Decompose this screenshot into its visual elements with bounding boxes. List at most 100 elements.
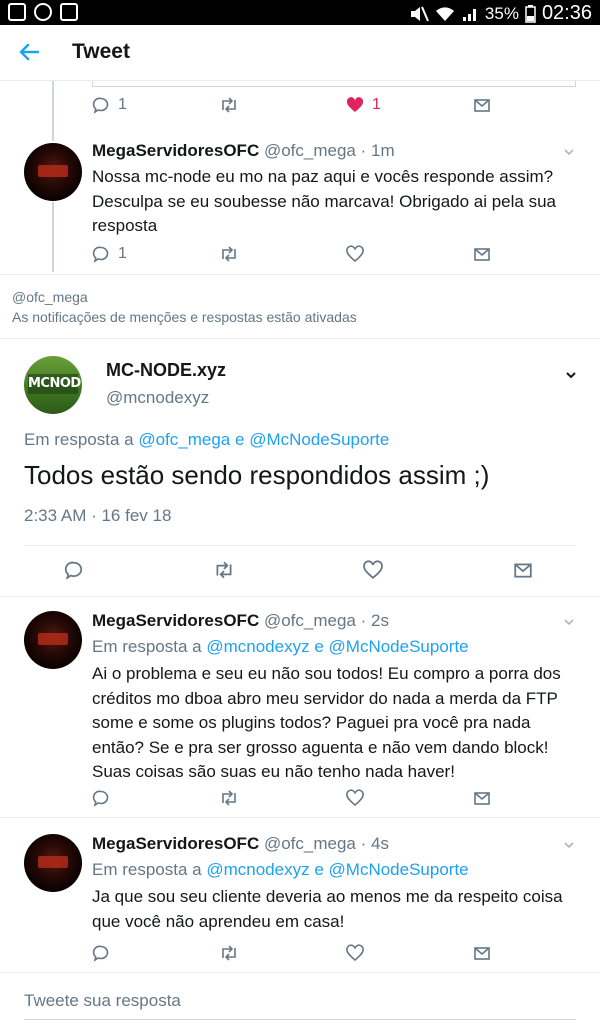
reply-tweet[interactable]: MegaServidoresOFC @ofc_mega · 2s Em resp…: [0, 597, 600, 817]
clock: 02:36: [541, 2, 592, 24]
reply-icon: [64, 561, 83, 580]
reply-button[interactable]: [92, 789, 110, 807]
retweet-icon: [222, 246, 236, 262]
sim-icon: [8, 3, 26, 21]
notification-notice: @ofc_mega As notificações de menções e r…: [12, 287, 357, 327]
reply-button[interactable]: [64, 560, 84, 580]
reply-composer[interactable]: Tweete sua resposta: [0, 972, 600, 1024]
mention-link[interactable]: @mcnodexyz: [206, 860, 309, 879]
retweet-button[interactable]: [219, 789, 239, 807]
tweet-text: Todos estão sendo respondidos assim ;): [24, 460, 490, 490]
like-button[interactable]: [346, 789, 364, 807]
author-handle[interactable]: @ofc_mega: [264, 141, 356, 160]
like-button[interactable]: [346, 245, 364, 263]
tweet-text: Nossa mc-node eu mo na paz aqui e vocês …: [92, 167, 557, 235]
divider: [24, 545, 576, 546]
notice-handle[interactable]: @ofc_mega: [12, 287, 357, 307]
mention-link[interactable]: @McNodeSuporte: [329, 860, 469, 879]
heart-icon: [346, 245, 364, 263]
thread-tweet[interactable]: MegaServidoresOFC @ofc_mega · 1m Nossa m…: [0, 129, 600, 274]
back-arrow-icon[interactable]: [14, 37, 44, 67]
author-name[interactable]: MegaServidoresOFC: [92, 834, 259, 853]
reply-button[interactable]: [92, 944, 110, 962]
mail-icon: [474, 947, 490, 960]
tweet-time: · 4s: [360, 834, 389, 853]
retweet-icon: [222, 945, 236, 961]
reply-and: e: [314, 860, 324, 879]
like-button[interactable]: 1: [346, 96, 381, 114]
chevron-down-icon[interactable]: [562, 838, 576, 852]
like-count: 1: [372, 96, 381, 113]
author-name[interactable]: MegaServidoresOFC: [92, 611, 259, 630]
retweet-icon: [222, 790, 236, 806]
tweet-time: · 2s: [360, 611, 389, 630]
share-button[interactable]: [513, 560, 533, 580]
focused-tweet: MCNODE MC-NODE.xyz @mcnodexyz Em respost…: [0, 338, 600, 596]
retweet-icon: [222, 97, 236, 113]
battery-icon: [525, 4, 536, 23]
share-button[interactable]: [473, 96, 491, 114]
system-status: 35% 02:36: [409, 2, 592, 25]
heart-icon: [363, 560, 383, 579]
author-handle[interactable]: @ofc_mega: [264, 834, 356, 853]
app-bar: Tweet: [0, 25, 600, 81]
like-button[interactable]: [346, 944, 364, 962]
chevron-down-icon[interactable]: [564, 368, 578, 382]
reply-context: Em resposta a @mcnodexyz e @McNodeSuport…: [92, 637, 469, 657]
retweet-button[interactable]: [219, 245, 239, 263]
status-bar: 35% 02:36: [0, 0, 600, 25]
gallery-icon: [60, 3, 78, 21]
wifi-icon: [435, 6, 454, 21]
mail-icon: [474, 792, 490, 805]
page-title: Tweet: [72, 40, 130, 63]
heart-filled-icon: [346, 97, 364, 112]
reply-context: Em resposta a @mcnodexyz e @McNodeSuport…: [92, 860, 469, 880]
whatsapp-icon: [34, 3, 52, 21]
retweet-button[interactable]: [219, 96, 239, 114]
reply-tweet[interactable]: MegaServidoresOFC @ofc_mega · 4s Em resp…: [0, 818, 600, 972]
avatar[interactable]: MCNODE: [24, 356, 82, 414]
notice-text: As notificações de menções e respostas e…: [12, 309, 357, 325]
retweet-button[interactable]: [213, 560, 235, 580]
mail-icon: [474, 248, 490, 261]
author-name[interactable]: MegaServidoresOFC: [92, 141, 259, 160]
media-preview[interactable]: [92, 81, 576, 87]
reply-button[interactable]: 1: [92, 96, 127, 114]
share-button[interactable]: [473, 245, 491, 263]
reply-button[interactable]: 1: [92, 245, 127, 263]
tweet-timestamp: 2:33 AM · 16 fev 18: [24, 506, 172, 525]
mention-link[interactable]: @McNodeSuporte: [329, 637, 469, 656]
author-handle[interactable]: @mcnodexyz: [106, 388, 209, 408]
avatar-logo: MCNODE: [28, 374, 82, 394]
reply-count: 1: [118, 245, 127, 262]
reply-context: Em resposta a @ofc_mega e @McNodeSuporte: [24, 430, 389, 450]
author-name[interactable]: MC-NODE.xyz: [106, 360, 226, 381]
mention-link[interactable]: @ofc_mega: [138, 430, 230, 449]
avatar[interactable]: [24, 143, 82, 201]
mention-link[interactable]: @McNodeSuporte: [249, 430, 389, 449]
divider: [0, 274, 600, 275]
tweet-header: MegaServidoresOFC @ofc_mega · 2s: [92, 611, 389, 631]
input-underline: [24, 1019, 576, 1020]
avatar[interactable]: [24, 611, 82, 669]
reply-prefix: Em resposta a: [92, 637, 202, 656]
reply-input[interactable]: Tweete sua resposta: [24, 991, 181, 1011]
share-button[interactable]: [473, 944, 491, 962]
like-button[interactable]: [363, 560, 383, 580]
tweet-header: MegaServidoresOFC @ofc_mega · 1m: [92, 141, 395, 161]
reply-prefix: Em resposta a: [92, 860, 202, 879]
chevron-down-icon[interactable]: [562, 615, 576, 629]
mention-link[interactable]: @mcnodexyz: [206, 637, 309, 656]
heart-icon: [346, 944, 364, 962]
share-button[interactable]: [473, 789, 491, 807]
reply-icon: [92, 246, 109, 263]
reply-icon: [92, 97, 109, 114]
notification-icons: [8, 3, 78, 21]
heart-icon: [346, 789, 364, 807]
mute-icon: [410, 6, 429, 21]
avatar[interactable]: [24, 834, 82, 892]
tweet-text: Ja que sou seu cliente deveria ao menos …: [92, 887, 563, 931]
author-handle[interactable]: @ofc_mega: [264, 611, 356, 630]
chevron-down-icon[interactable]: [562, 145, 576, 159]
retweet-button[interactable]: [219, 944, 239, 962]
